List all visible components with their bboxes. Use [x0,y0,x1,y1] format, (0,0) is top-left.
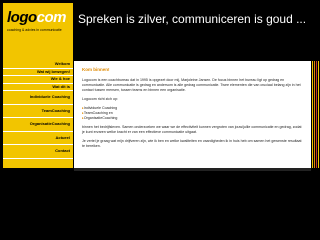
nav-contact[interactable]: Contact [3,145,73,159]
decorative-stripes [312,61,320,168]
main-content: Kom binnen! Logocom is een coachbureau d… [74,61,311,168]
nav-individuele-coaching[interactable]: Individuele Coaching [3,91,73,105]
content-heading: Kom binnen! [82,67,110,72]
list-item: OrganisatieCoaching [82,116,303,121]
nav-teamcoaching[interactable]: TeamCoaching [3,105,73,118]
logo-wordmark: logocom [7,9,67,26]
closing-paragraph: Je vertel je graag wat mijn drijfveren z… [82,139,302,148]
services-list: Individuele Coaching TeamCoaching en Org… [82,106,303,121]
nav-wat-wij-bewegen[interactable]: Wat wij bewegen! [3,69,73,76]
intro-paragraph: Logocom is een coachbureau dat in 1995 i… [82,78,301,92]
footer-bar [74,168,311,171]
nav-organisatiecoaching[interactable]: OrganisatieCoaching [3,118,73,132]
page-title: Spreken is zilver, communiceren is goud … [78,12,307,26]
approach-paragraph: binnen het bedrijfsleven. Samen onderzoe… [82,125,302,134]
nav-wat-dit-is[interactable]: Wat dit is [3,84,73,91]
nav-welkom[interactable]: Welkom [3,61,73,69]
nav-actueel[interactable]: Actueel [3,132,73,145]
focus-intro: Logocom richt zich op: [82,97,118,101]
logo[interactable]: logocom coaching & advies in communicati… [3,3,73,61]
nav-wie-hoe[interactable]: Wie & hoe [3,76,73,84]
sidebar-nav: Welkom Wat wij bewegen! Wie & hoe Wat di… [3,61,73,168]
logo-tagline: coaching & advies in communicatie [7,28,62,32]
